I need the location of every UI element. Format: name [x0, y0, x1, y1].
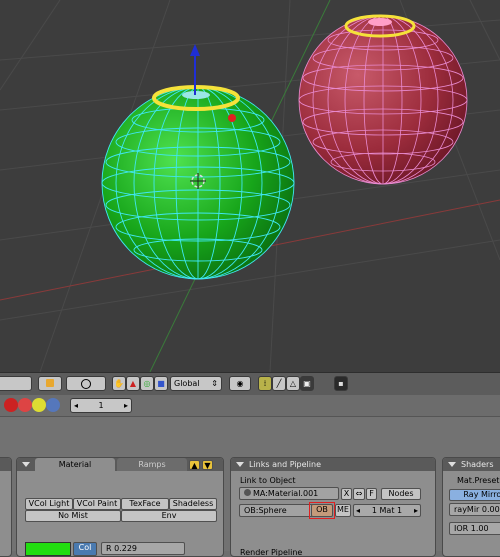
hand-icon[interactable]: ✋: [112, 376, 126, 391]
raymir-value: rayMir 0.00: [454, 505, 500, 514]
frame-number-field[interactable]: ◂ 1 ▸: [70, 398, 132, 413]
arrow-down-icon[interactable]: ▼: [202, 460, 213, 470]
buttons-window: Material Ramps ▲ ▼ VCol Light VCol Paint…: [0, 417, 500, 557]
me-label: ME: [337, 505, 349, 514]
env-button[interactable]: Env: [121, 510, 217, 522]
rotate-manipulator-icon[interactable]: ◎: [140, 376, 154, 391]
vertex-select-icon[interactable]: △: [286, 376, 300, 391]
red-sphere: [298, 14, 468, 185]
links-panel-title: Links and Pipeline: [249, 460, 321, 469]
partial-panel-left: [0, 457, 12, 557]
material-datablock-icon: [244, 489, 251, 496]
no-mist-button[interactable]: No Mist: [25, 510, 121, 522]
ior-slider[interactable]: IOR 1.00: [449, 522, 500, 535]
links-pipeline-panel: Links and Pipeline Link to Object MA:Mat…: [230, 457, 436, 557]
nodes-button[interactable]: Nodes: [381, 488, 421, 500]
raymir-slider[interactable]: rayMir 0.00: [449, 503, 500, 516]
logic-context-icon[interactable]: [4, 398, 18, 412]
shaders-panel-title: Shaders: [461, 460, 494, 469]
me-link-button[interactable]: ME: [335, 504, 351, 517]
chevron-right-icon: ▸: [123, 401, 128, 410]
unlink-label: X: [343, 489, 350, 498]
panel-header: [0, 458, 11, 471]
shaders-panel-header: Shaders: [443, 458, 500, 471]
fake-user-button[interactable]: F: [366, 488, 377, 500]
scale-manipulator-icon[interactable]: ■: [154, 376, 168, 391]
3d-view-header: ✋ ▲ ◎ ■ Global ⇕ ◉ ⁞ ╱ △ ▣ ▪: [0, 372, 500, 396]
no-mist-label: No Mist: [58, 511, 88, 520]
material-panel: Material Ramps ▲ ▼ VCol Light VCol Paint…: [16, 457, 224, 557]
draw-type-selector[interactable]: [66, 376, 106, 391]
shadeless-button[interactable]: Shadeless: [169, 498, 217, 510]
view-menu-button[interactable]: [0, 376, 32, 391]
r-value: R 0.229: [106, 544, 138, 553]
vcol-light-button[interactable]: VCol Light: [25, 498, 73, 510]
pivot-selector[interactable]: ◉: [229, 376, 251, 391]
browse-icon[interactable]: ⇔: [353, 488, 365, 500]
material-index-field[interactable]: ◂ 1 Mat 1 ▸: [353, 504, 421, 517]
tab-material-label: Material: [58, 460, 92, 469]
chevron-left-icon: ◂: [356, 506, 361, 515]
scene-context-icon[interactable]: [46, 398, 60, 412]
frame-number-value: 1: [98, 401, 104, 410]
links-panel-header: Links and Pipeline: [231, 458, 435, 471]
mat-preset-label: Mat.Preset: [457, 476, 500, 485]
collapse-triangle-icon[interactable]: [448, 462, 456, 467]
solid-shading-icon: [81, 379, 91, 389]
highlight-box: [309, 502, 335, 519]
mode-selector[interactable]: [38, 376, 62, 391]
tab-material[interactable]: Material: [35, 458, 115, 471]
tab-ramps[interactable]: Ramps: [117, 458, 187, 471]
material-index: 1 Mat 1: [371, 506, 403, 515]
ray-mirror-label: Ray Mirror: [463, 490, 500, 499]
chevron-left-icon: ◂: [74, 401, 79, 410]
col-button[interactable]: Col: [73, 542, 97, 556]
object-mode-icon: [46, 379, 54, 387]
render-icon[interactable]: ▪: [334, 376, 348, 391]
shading-context-icon[interactable]: [18, 398, 32, 412]
env-label: Env: [161, 511, 177, 520]
nodes-label: Nodes: [388, 489, 414, 498]
collapse-triangle-icon[interactable]: [22, 462, 30, 467]
texface-label: TexFace: [129, 499, 161, 508]
arrow-up-icon[interactable]: ▲: [189, 460, 200, 470]
material-name-field[interactable]: MA:Material.001: [239, 487, 339, 500]
vcol-paint-label: VCol Paint: [76, 499, 118, 508]
link-to-object-label: Link to Object: [240, 476, 296, 485]
face-select-icon[interactable]: ╱: [272, 376, 286, 391]
r-slider[interactable]: R 0.229: [101, 542, 185, 555]
render-pipeline-label: Render Pipeline: [240, 548, 303, 557]
vcol-paint-button[interactable]: VCol Paint: [73, 498, 121, 510]
shaders-panel: Shaders Mat.Preset Ray Mirror rayMir 0.0…: [442, 457, 500, 557]
radiation-context-icon[interactable]: [32, 398, 46, 412]
unlink-button[interactable]: X: [341, 488, 352, 500]
viewport-canvas: [0, 0, 500, 372]
transform-orientation-label: Global: [174, 379, 200, 388]
color-swatch[interactable]: [25, 542, 71, 556]
ray-mirror-button[interactable]: Ray Mirror: [449, 489, 500, 501]
material-name: MA:Material.001: [253, 489, 319, 498]
object-name: OB:Sphere: [244, 506, 287, 515]
ior-value: IOR 1.00: [454, 524, 489, 533]
collapse-triangle-icon[interactable]: [236, 462, 244, 467]
object-name-field[interactable]: OB:Sphere: [239, 504, 313, 517]
shadeless-label: Shadeless: [172, 499, 214, 508]
texface-button[interactable]: TexFace: [121, 498, 169, 510]
fake-user-label: F: [369, 489, 374, 498]
tab-ramps-label: Ramps: [138, 460, 166, 469]
limit-visible-icon[interactable]: ▣: [300, 376, 314, 391]
translate-manipulator-icon[interactable]: ▲: [126, 376, 140, 391]
edge-select-icon[interactable]: ⁞: [258, 376, 272, 391]
chevron-down-icon: ⇕: [211, 379, 218, 388]
3d-viewport[interactable]: [0, 0, 500, 372]
buttons-window-header: ◂ 1 ▸: [0, 395, 500, 417]
transform-orientation-select[interactable]: Global ⇕: [170, 376, 222, 391]
vcol-light-label: VCol Light: [28, 499, 70, 508]
chevron-right-icon: ▸: [413, 506, 418, 515]
